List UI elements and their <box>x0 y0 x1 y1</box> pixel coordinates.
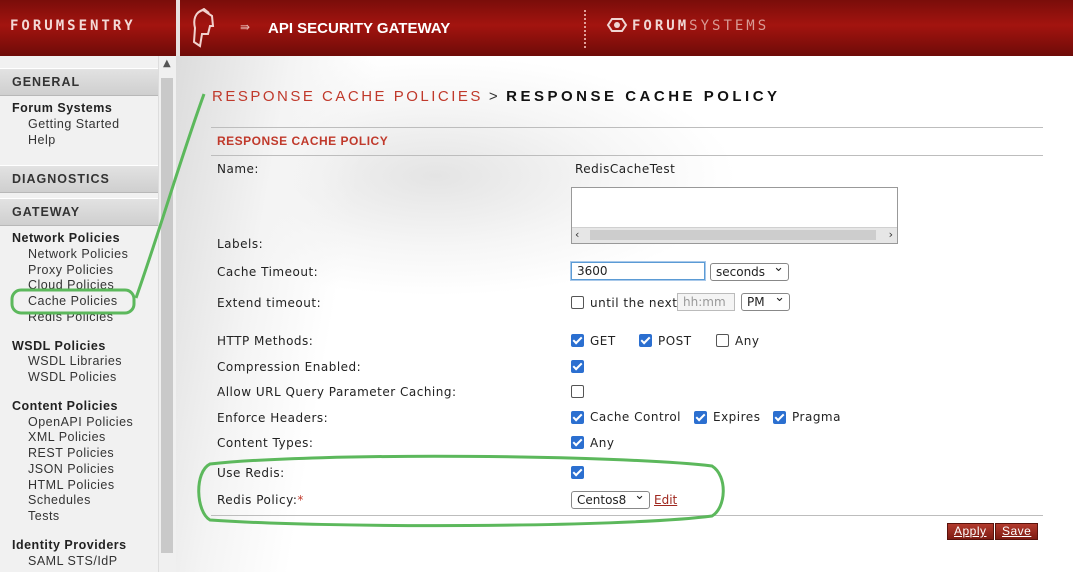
content-types-label: Content Types: <box>217 436 314 450</box>
use-redis-label: Use Redis: <box>217 466 285 480</box>
ampm-select[interactable]: PM <box>741 290 790 311</box>
name-label: Name: <box>217 162 259 176</box>
extend-time-input[interactable]: hh:mm <box>677 293 735 311</box>
panel-top-line <box>211 127 1043 128</box>
forumsentry-logo: FORUMSENTRY <box>10 18 136 34</box>
url-query-caching-checkbox[interactable] <box>571 385 584 398</box>
header-pragma-label: Pragma <box>792 410 841 424</box>
until-next-checkbox[interactable] <box>571 296 584 309</box>
header-arrow-icon: ⇛ <box>240 20 251 34</box>
header-dotted-divider <box>584 10 586 48</box>
sidebar-section-gateway[interactable]: GATEWAY <box>0 198 158 226</box>
sidebar-group-forum-systems: Forum Systems <box>12 101 113 115</box>
header-cache-control-checkbox[interactable] <box>571 411 584 424</box>
panel-bottom-line <box>211 515 1043 516</box>
scrollbar-thumb[interactable] <box>161 78 173 553</box>
header-title: API SECURITY GATEWAY <box>268 20 451 37</box>
method-get-checkbox[interactable] <box>571 334 584 347</box>
save-button[interactable]: Save <box>995 523 1039 540</box>
labels-listbox[interactable]: ‹ › <box>571 187 898 244</box>
content-any-label: Any <box>590 436 615 450</box>
sidebar-section-diagnostics[interactable]: DIAGNOSTICS <box>0 165 158 193</box>
header-cache-control-label: Cache Control <box>590 410 682 424</box>
logo-systems-text: SYSTEMS <box>689 18 770 34</box>
content-any-checkbox[interactable] <box>571 436 584 449</box>
enforce-headers-label: Enforce Headers: <box>217 411 329 425</box>
compression-checkbox[interactable] <box>571 360 584 373</box>
sidebar-item-network-policies[interactable]: Network Policies <box>28 247 128 261</box>
sidebar-section-general[interactable]: GENERAL <box>0 68 158 96</box>
breadcrumb-separator: > <box>488 88 501 105</box>
breadcrumb: RESPONSE CACHE POLICIES > RESPONSE CACHE P… <box>212 88 781 105</box>
panel-header-line <box>211 155 1043 156</box>
sidebar-scrollbar[interactable]: ▲ <box>158 56 176 572</box>
sidebar-item-saml-sts-idp[interactable]: SAML STS/IdP <box>28 554 118 568</box>
sidebar-item-redis-policies[interactable]: Redis Policies <box>28 310 114 324</box>
sidebar-item-html-policies[interactable]: HTML Policies <box>28 478 115 492</box>
sidebar-item-getting-started[interactable]: Getting Started <box>28 117 120 131</box>
url-query-caching-label: Allow URL Query Parameter Caching: <box>217 385 457 399</box>
redis-policy-label: Redis Policy:* <box>217 493 304 507</box>
use-redis-checkbox[interactable] <box>571 466 584 479</box>
sidebar-item-help[interactable]: Help <box>28 133 56 147</box>
compression-label: Compression Enabled: <box>217 360 362 374</box>
apply-button[interactable]: Apply <box>947 523 994 540</box>
cache-timeout-unit-select[interactable]: seconds <box>710 260 789 281</box>
sidebar-item-cache-policies[interactable]: Cache Policies <box>28 294 118 308</box>
labels-label: Labels: <box>217 237 264 251</box>
logo-forum-text: FORUM <box>632 18 690 34</box>
sidebar-item-proxy-policies[interactable]: Proxy Policies <box>28 263 114 277</box>
until-next-label: until the next <box>590 296 678 310</box>
sidebar-group-network-policies: Network Policies <box>12 231 121 245</box>
breadcrumb-parent-link[interactable]: RESPONSE CACHE POLICIES <box>212 88 483 105</box>
sidebar-item-xml-policies[interactable]: XML Policies <box>28 430 106 444</box>
app-header: FORUMSENTRY ⇛ API SECURITY GATEWAY FORUM… <box>0 0 1073 56</box>
scroll-up-arrow-icon[interactable]: ▲ <box>163 58 171 69</box>
sidebar-item-wsdl-policies[interactable]: WSDL Policies <box>28 370 117 384</box>
sidebar: GENERAL Forum Systems Getting Started He… <box>0 56 159 572</box>
sidebar-item-wsdl-libraries[interactable]: WSDL Libraries <box>28 354 122 368</box>
sidebar-group-wsdl-policies: WSDL Policies <box>12 339 106 353</box>
header-divider <box>176 0 180 56</box>
sidebar-item-openapi-policies[interactable]: OpenAPI Policies <box>28 415 133 429</box>
forumsystems-logo: FORUMSYSTEMS <box>606 18 770 34</box>
labels-scrollbar-thumb[interactable] <box>590 230 876 240</box>
cache-timeout-label: Cache Timeout: <box>217 265 319 279</box>
cache-timeout-input[interactable]: 3600 <box>571 262 705 280</box>
scroll-right-arrow-icon[interactable]: › <box>889 228 893 241</box>
sidebar-group-identity-providers: Identity Providers <box>12 538 127 552</box>
http-methods-label: HTTP Methods: <box>217 334 314 348</box>
redis-policy-select[interactable]: Centos8 <box>571 488 650 509</box>
method-any-checkbox[interactable] <box>716 334 729 347</box>
gear-icon <box>606 18 628 32</box>
sidebar-item-tests[interactable]: Tests <box>28 509 60 523</box>
header-expires-checkbox[interactable] <box>694 411 707 424</box>
sidebar-item-schedules[interactable]: Schedules <box>28 493 91 507</box>
labels-horizontal-scrollbar[interactable]: ‹ › <box>572 227 897 243</box>
sidebar-item-cloud-policies[interactable]: Cloud Policies <box>28 278 114 292</box>
sidebar-group-content-policies: Content Policies <box>12 399 118 413</box>
header-expires-label: Expires <box>713 410 761 424</box>
sidebar-item-json-policies[interactable]: JSON Policies <box>28 462 114 476</box>
method-post-checkbox[interactable] <box>639 334 652 347</box>
name-value: RedisCacheTest <box>575 162 676 176</box>
helmet-icon <box>192 8 215 48</box>
header-pragma-checkbox[interactable] <box>773 411 786 424</box>
scroll-left-arrow-icon[interactable]: ‹ <box>575 228 579 241</box>
method-get-label: GET <box>590 334 616 348</box>
panel-title: RESPONSE CACHE POLICY <box>217 134 389 148</box>
sidebar-item-rest-policies[interactable]: REST Policies <box>28 446 114 460</box>
page-title: RESPONSE CACHE POLICY <box>506 88 781 105</box>
method-post-label: POST <box>658 334 692 348</box>
extend-timeout-label: Extend timeout: <box>217 296 322 310</box>
required-marker: * <box>297 493 304 507</box>
redis-policy-edit-link[interactable]: Edit <box>654 493 677 507</box>
method-any-label: Any <box>735 334 760 348</box>
